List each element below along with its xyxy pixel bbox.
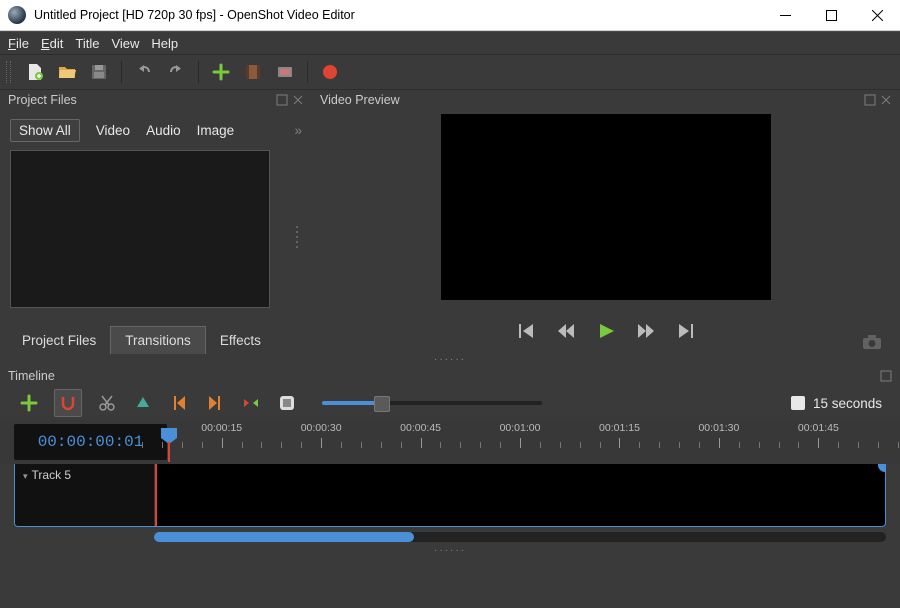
window-title: Untitled Project [HD 720p 30 fps] - Open… (34, 8, 762, 22)
center-playhead-button[interactable] (240, 392, 262, 414)
export-video-button[interactable] (318, 60, 342, 84)
zoom-scale-icon (791, 396, 805, 410)
filter-video[interactable]: Video (96, 123, 130, 138)
video-preview[interactable] (441, 114, 771, 300)
app-icon (8, 6, 26, 24)
zoom-slider-knob[interactable] (374, 396, 390, 412)
tab-transitions[interactable]: Transitions (110, 326, 206, 354)
pane-resize-handle[interactable] (296, 150, 302, 324)
undock-icon[interactable] (276, 94, 288, 106)
choose-profile-button[interactable] (241, 60, 265, 84)
playhead[interactable] (159, 426, 179, 465)
next-marker-button[interactable] (204, 392, 226, 414)
menu-view[interactable]: View (111, 36, 139, 51)
menubar: File Edit Title View Help (0, 32, 900, 54)
razor-button[interactable] (96, 392, 118, 414)
redo-button[interactable] (164, 60, 188, 84)
ruler-label: 00:01:45 (798, 422, 839, 434)
pane-splitter[interactable]: ······ (0, 545, 900, 557)
chevron-down-icon[interactable]: ▾ (23, 471, 28, 482)
undock-icon[interactable] (864, 94, 876, 106)
ruler-label: 00:01:00 (500, 422, 541, 434)
horizontal-scrollbar[interactable] (154, 532, 886, 542)
close-panel-icon[interactable] (880, 94, 892, 106)
track-label: Track 5 (32, 468, 72, 482)
vertical-scroll-thumb[interactable] (878, 464, 886, 472)
maximize-button[interactable] (808, 0, 854, 30)
undo-button[interactable] (132, 60, 156, 84)
filter-show-all[interactable]: Show All (10, 119, 80, 142)
import-files-button[interactable] (209, 60, 233, 84)
fullscreen-button[interactable] (273, 60, 297, 84)
rewind-button[interactable] (557, 322, 575, 343)
pane-splitter[interactable]: ······ (0, 354, 900, 366)
undock-icon[interactable] (880, 370, 892, 382)
project-file-thumbnail[interactable] (10, 150, 270, 308)
tab-effects[interactable]: Effects (206, 327, 275, 354)
playhead-line (155, 464, 157, 526)
menu-edit[interactable]: Edit (41, 36, 63, 51)
new-project-button[interactable] (23, 60, 47, 84)
filter-image[interactable]: Image (197, 123, 235, 138)
timeline-toolbar: 15 seconds (0, 386, 900, 420)
tab-project-files[interactable]: Project Files (8, 327, 110, 354)
main-toolbar (0, 54, 900, 90)
toolbar-handle[interactable] (6, 61, 11, 83)
ruler-label: 00:00:45 (400, 422, 441, 434)
fast-forward-button[interactable] (637, 322, 655, 343)
transport-controls (517, 322, 695, 343)
horizontal-scroll-thumb[interactable] (154, 532, 414, 542)
ruler-label: 00:00:30 (301, 422, 342, 434)
ruler-label: 00:01:30 (698, 422, 739, 434)
timecode-display[interactable]: 00:00:00:01 (14, 424, 167, 460)
timeline-title: Timeline (8, 369, 55, 383)
close-button[interactable] (854, 0, 900, 30)
snap-button[interactable] (54, 389, 82, 417)
menu-title[interactable]: Title (75, 36, 99, 51)
project-files-title: Project Files (8, 93, 77, 107)
track-header[interactable]: ▾ Track 5 (15, 464, 155, 526)
minimize-button[interactable] (762, 0, 808, 30)
video-preview-title: Video Preview (320, 93, 400, 107)
menu-file[interactable]: File (8, 36, 29, 51)
ruler-label: 00:00:15 (201, 422, 242, 434)
timeline-ruler[interactable]: 00:00:15 00:00:30 00:00:45 00:01:00 00:01:15… (167, 420, 886, 464)
add-marker-button[interactable] (132, 392, 154, 414)
prev-marker-button[interactable] (168, 392, 190, 414)
ruler-label: 00:01:15 (599, 422, 640, 434)
filter-more-icon[interactable]: » (294, 123, 302, 138)
filter-row: Show All Video Audio Image » (0, 110, 312, 150)
zoom-label: 15 seconds (813, 396, 882, 411)
add-track-button[interactable] (18, 392, 40, 414)
zoom-slider[interactable] (322, 401, 542, 405)
open-project-button[interactable] (55, 60, 79, 84)
jump-start-button[interactable] (517, 322, 535, 343)
jump-end-button[interactable] (677, 322, 695, 343)
snapshot-button[interactable] (862, 334, 882, 353)
menu-help[interactable]: Help (151, 36, 178, 51)
tracks-area[interactable]: ▾ Track 5 (14, 464, 886, 527)
timeline-settings-button[interactable] (276, 392, 298, 414)
titlebar: Untitled Project [HD 720p 30 fps] - Open… (0, 0, 900, 31)
close-panel-icon[interactable] (292, 94, 304, 106)
filter-audio[interactable]: Audio (146, 123, 181, 138)
play-button[interactable] (597, 322, 615, 343)
save-project-button[interactable] (87, 60, 111, 84)
